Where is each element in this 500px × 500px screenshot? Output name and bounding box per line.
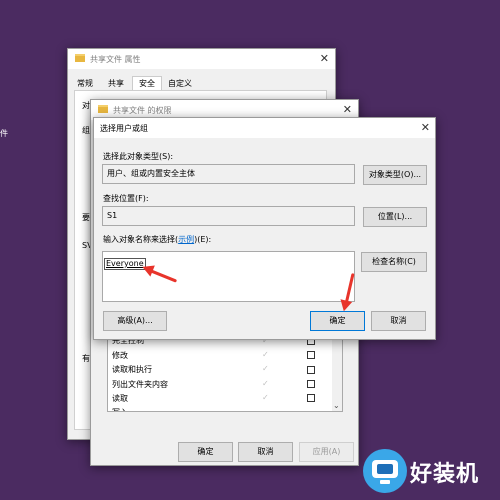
permissions-cancel-button[interactable]: 取消 (238, 442, 293, 462)
monitor-logo-icon (363, 449, 407, 493)
tab-custom[interactable]: 自定义 (165, 76, 195, 90)
properties-titlebar: 共享文件 属性 ✕ (68, 49, 335, 69)
location-field: S1 (102, 206, 355, 226)
tab-security[interactable]: 安全 (132, 76, 162, 90)
tab-general[interactable]: 常规 (72, 76, 98, 90)
object-names-label-prefix: 输入对象名称来选择( (103, 235, 179, 244)
permissions-scrollbar[interactable] (332, 331, 342, 411)
deny-checkbox[interactable] (307, 380, 315, 388)
deny-checkbox[interactable] (307, 351, 315, 359)
ok-button[interactable]: 确定 (310, 311, 365, 331)
select-dialog-titlebar: 选择用户或组 ✕ (94, 118, 435, 138)
object-type-label: 选择此对象类型(S): (103, 152, 174, 161)
watermark: 好装机 (360, 446, 496, 496)
permissions-apply-button[interactable]: 应用(A) (299, 442, 354, 462)
permissions-ok-button[interactable]: 确定 (178, 442, 233, 462)
object-type-field: 用户、组或内置安全主体 (102, 164, 355, 184)
permission-label: 读取 (112, 394, 128, 403)
tab-sharing[interactable]: 共享 (103, 76, 129, 90)
deny-checkbox[interactable] (307, 366, 315, 374)
location-label: 查找位置(F): (103, 194, 149, 203)
object-names-label-suffix: )(E): (194, 235, 212, 244)
examples-link[interactable]: 示例 (178, 235, 194, 244)
partial-label: 对 (82, 101, 90, 110)
desktop-label-fragment: 件 (0, 129, 8, 138)
check-names-button[interactable]: 检查名称(C) (361, 252, 427, 272)
permission-label: 列出文件夹内容 (112, 380, 168, 389)
locations-button[interactable]: 位置(L)... (363, 207, 427, 227)
permission-label: 修改 (112, 351, 128, 360)
object-names-label: 输入对象名称来选择(示例)(E): (103, 234, 211, 245)
close-icon[interactable]: ✕ (343, 103, 352, 116)
folder-icon (98, 105, 108, 113)
properties-title: 共享文件 属性 (90, 55, 141, 64)
permissions-title: 共享文件 的权限 (113, 106, 172, 115)
permission-label: 读取和执行 (112, 365, 152, 374)
partial-label: 有 (82, 354, 90, 363)
permission-label: 写入 (112, 407, 128, 411)
allow-check-icon: ✓ (262, 364, 269, 373)
deny-checkbox[interactable] (307, 394, 315, 402)
watermark-text: 好装机 (410, 462, 480, 487)
allow-check-icon: ✓ (262, 379, 269, 388)
allow-check-icon: ✓ (262, 393, 269, 402)
close-icon[interactable]: ✕ (421, 121, 430, 134)
advanced-button[interactable]: 高级(A)... (103, 311, 167, 331)
scroll-down-icon[interactable]: ⌄ (333, 401, 340, 410)
object-names-value: Everyone (104, 258, 146, 270)
close-icon[interactable]: ✕ (320, 52, 329, 65)
partial-label: 组 (82, 126, 90, 135)
allow-check-icon: ✓ (262, 350, 269, 359)
partial-label: 要 (82, 213, 90, 222)
select-dialog-title: 选择用户或组 (100, 124, 148, 133)
folder-icon (75, 54, 85, 62)
cancel-button[interactable]: 取消 (371, 311, 426, 331)
object-types-button[interactable]: 对象类型(O)... (363, 165, 427, 185)
